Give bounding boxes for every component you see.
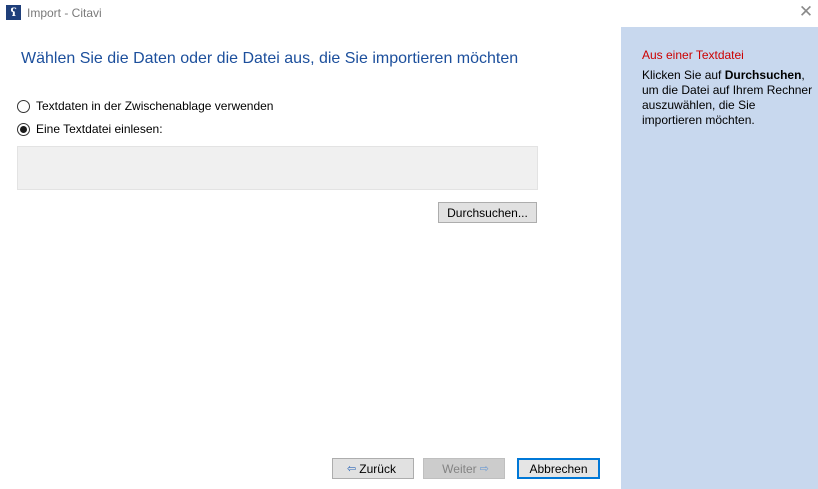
radio-button-clipboard[interactable] [17, 99, 30, 113]
help-title: Aus einer Textdatei [642, 48, 744, 62]
cancel-button-label: Abbrechen [529, 461, 588, 476]
help-panel: Aus einer Textdatei Klicken Sie auf Durc… [621, 27, 818, 489]
import-dialog: ʕ Import - Citavi ✕ Wählen Sie die Daten… [0, 0, 818, 489]
back-button[interactable]: ⇦ Zurück [332, 458, 414, 479]
cancel-button[interactable]: Abbrechen [517, 458, 600, 479]
close-icon[interactable]: ✕ [796, 2, 816, 22]
browse-button-label: Durchsuchen... [447, 205, 528, 220]
radio-option-textfile[interactable]: Eine Textdatei einlesen: [17, 121, 163, 137]
radio-button-textfile[interactable] [17, 122, 30, 136]
file-path-field[interactable] [17, 146, 538, 190]
back-button-label: Zurück [359, 461, 396, 476]
page-heading: Wählen Sie die Daten oder die Datei aus,… [21, 50, 519, 67]
radio-option-clipboard[interactable]: Textdaten in der Zwischenablage verwende… [17, 98, 273, 114]
help-text-before: Klicken Sie auf [642, 68, 725, 82]
radio-label-clipboard[interactable]: Textdaten in der Zwischenablage verwende… [36, 99, 273, 113]
title-bar: ʕ Import - Citavi ✕ [0, 0, 818, 26]
help-text-bold: Durchsuchen [724, 68, 802, 82]
next-button[interactable]: Weiter ⇨ [423, 458, 505, 479]
arrow-right-icon: ⇨ [479, 463, 489, 475]
next-button-label: Weiter [442, 461, 477, 476]
radio-label-textfile[interactable]: Eine Textdatei einlesen: [36, 122, 163, 136]
citavi-app-icon: ʕ [6, 5, 21, 20]
browse-button[interactable]: Durchsuchen... [438, 202, 537, 223]
arrow-left-icon: ⇦ [347, 463, 357, 475]
window-title: Import - Citavi [27, 6, 102, 20]
help-text: Klicken Sie auf Durchsuchen, um die Date… [642, 68, 814, 128]
